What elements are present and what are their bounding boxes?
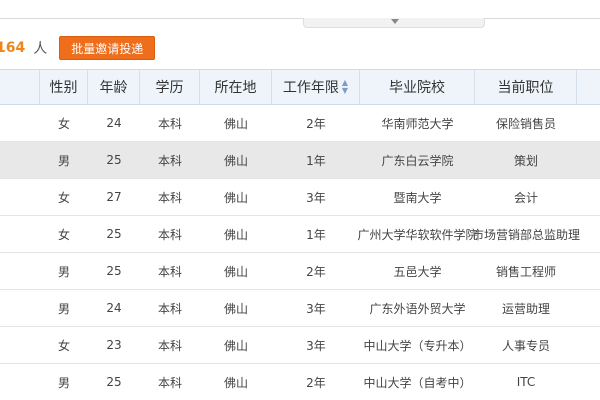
cell-work-years: 1年 bbox=[306, 227, 326, 242]
cell-gender: 男 bbox=[57, 301, 70, 316]
cell-location: 佛山 bbox=[223, 190, 248, 205]
cell-education: 本科 bbox=[157, 301, 182, 316]
cell-location: 佛山 bbox=[223, 264, 248, 279]
cell-work-years: 3年 bbox=[306, 338, 326, 353]
chevron-down-icon bbox=[391, 19, 399, 24]
cell-gender: 男 bbox=[57, 264, 70, 279]
cell-school: 五邑大学 bbox=[393, 264, 442, 279]
header-location: 所在地 bbox=[200, 70, 272, 104]
cell-position: 策划 bbox=[513, 153, 538, 168]
cell-education: 本科 bbox=[157, 338, 182, 353]
header-age: 年龄 bbox=[88, 70, 140, 104]
cell-location: 佛山 bbox=[223, 375, 248, 390]
cell-age: 25 bbox=[106, 375, 122, 389]
cell-school: 中山大学（自考中） bbox=[363, 375, 472, 390]
result-count: 164 bbox=[0, 40, 26, 56]
table-row[interactable]: 女 25 本科 佛山 1年 广州大学华软软件学院 市场营销部总监助理 bbox=[0, 216, 600, 253]
cell-position: 保险销售员 bbox=[495, 116, 556, 131]
cell-age: 25 bbox=[106, 264, 122, 278]
header-gender: 性别 bbox=[40, 70, 88, 104]
cell-gender: 男 bbox=[57, 153, 70, 168]
cell-position: ITC bbox=[516, 375, 536, 389]
cell-education: 本科 bbox=[157, 227, 182, 242]
header-work-years[interactable]: 工作年限 ▲ ▼ bbox=[272, 70, 360, 104]
table-row[interactable]: 男 25 本科 佛山 2年 五邑大学 销售工程师 bbox=[0, 253, 600, 290]
cell-work-years: 3年 bbox=[306, 190, 326, 205]
cell-position: 市场营销部总监助理 bbox=[472, 227, 581, 242]
cell-work-years: 2年 bbox=[306, 116, 326, 131]
cell-school: 广州大学华软软件学院 bbox=[357, 227, 478, 242]
cell-location: 佛山 bbox=[223, 338, 248, 353]
top-divider bbox=[0, 18, 600, 19]
table-row[interactable]: 男 25 本科 佛山 1年 广东白云学院 策划 bbox=[0, 142, 600, 179]
cell-work-years: 3年 bbox=[306, 301, 326, 316]
cell-school: 暨南大学 bbox=[393, 190, 442, 205]
cell-age: 25 bbox=[106, 153, 122, 167]
cell-gender: 女 bbox=[57, 116, 70, 131]
header-education: 学历 bbox=[140, 70, 200, 104]
cell-school: 中山大学（专升本） bbox=[363, 338, 472, 353]
table-header: 性别 年龄 学历 所在地 工作年限 ▲ ▼ 毕业院校 当前职位 bbox=[0, 69, 600, 105]
header-position-label: 当前职位 bbox=[497, 80, 554, 96]
cell-location: 佛山 bbox=[223, 116, 248, 131]
cell-work-years: 1年 bbox=[306, 153, 326, 168]
cell-education: 本科 bbox=[157, 116, 182, 131]
table-body: 女 24 本科 佛山 2年 华南师范大学 保险销售员男 25 本科 佛山 1年 广东白云学院 策划女 27… bbox=[0, 105, 600, 400]
cell-work-years: 2年 bbox=[306, 375, 326, 390]
header-school-label: 毕业院校 bbox=[389, 80, 445, 96]
cell-education: 本科 bbox=[157, 375, 182, 390]
cell-education: 本科 bbox=[157, 264, 182, 279]
table-row[interactable]: 男 25 本科 佛山 2年 中山大学（自考中） ITC bbox=[0, 364, 600, 400]
batch-invite-button[interactable]: 批量邀请投递 bbox=[59, 36, 156, 60]
cell-location: 佛山 bbox=[223, 153, 248, 168]
sort-arrows-icon[interactable]: ▲ ▼ bbox=[342, 79, 348, 95]
cell-work-years: 2年 bbox=[306, 264, 326, 279]
cell-gender: 女 bbox=[57, 190, 70, 205]
cell-age: 27 bbox=[106, 190, 122, 204]
table-row[interactable]: 女 23 本科 佛山 3年 中山大学（专升本） 人事专员 bbox=[0, 327, 600, 364]
cell-gender: 女 bbox=[57, 227, 70, 242]
cell-position: 人事专员 bbox=[501, 338, 550, 353]
header-position: 当前职位 bbox=[475, 70, 577, 104]
cell-school: 华南师范大学 bbox=[381, 116, 454, 131]
cell-school: 广东外语外贸大学 bbox=[369, 301, 466, 316]
result-summary: 164 人 批量邀请投递 bbox=[0, 36, 156, 60]
header-gender-label: 性别 bbox=[49, 80, 78, 96]
table-row[interactable]: 男 24 本科 佛山 3年 广东外语外贸大学 运营助理 bbox=[0, 290, 600, 327]
cell-school: 广东白云学院 bbox=[381, 153, 454, 168]
collapse-toggle[interactable] bbox=[303, 18, 485, 28]
cell-gender: 女 bbox=[57, 338, 70, 353]
cell-education: 本科 bbox=[157, 190, 182, 205]
header-education-label: 学历 bbox=[155, 80, 184, 96]
header-school: 毕业院校 bbox=[360, 70, 475, 104]
resume-table: 性别 年龄 学历 所在地 工作年限 ▲ ▼ 毕业院校 当前职位 女 24 本科 佛山 2年华… bbox=[0, 69, 600, 400]
header-extra bbox=[577, 70, 600, 104]
header-lead bbox=[0, 70, 40, 104]
cell-position: 会计 bbox=[513, 190, 538, 205]
table-row[interactable]: 女 24 本科 佛山 2年 华南师范大学 保险销售员 bbox=[0, 105, 600, 142]
cell-age: 25 bbox=[106, 227, 122, 241]
cell-age: 24 bbox=[106, 116, 122, 130]
table-row[interactable]: 女 27 本科 佛山 3年 暨南大学 会计 bbox=[0, 179, 600, 216]
header-work-years-label: 工作年限 bbox=[282, 80, 339, 96]
cell-gender: 男 bbox=[57, 375, 70, 390]
cell-age: 24 bbox=[106, 301, 122, 315]
header-age-label: 年龄 bbox=[99, 80, 128, 96]
cell-age: 23 bbox=[106, 338, 122, 352]
cell-education: 本科 bbox=[157, 153, 182, 168]
header-location-label: 所在地 bbox=[214, 80, 257, 96]
result-unit: 人 bbox=[33, 41, 48, 57]
cell-location: 佛山 bbox=[223, 227, 248, 242]
cell-location: 佛山 bbox=[223, 301, 248, 316]
cell-position: 销售工程师 bbox=[495, 264, 556, 279]
cell-position: 运营助理 bbox=[501, 301, 550, 316]
